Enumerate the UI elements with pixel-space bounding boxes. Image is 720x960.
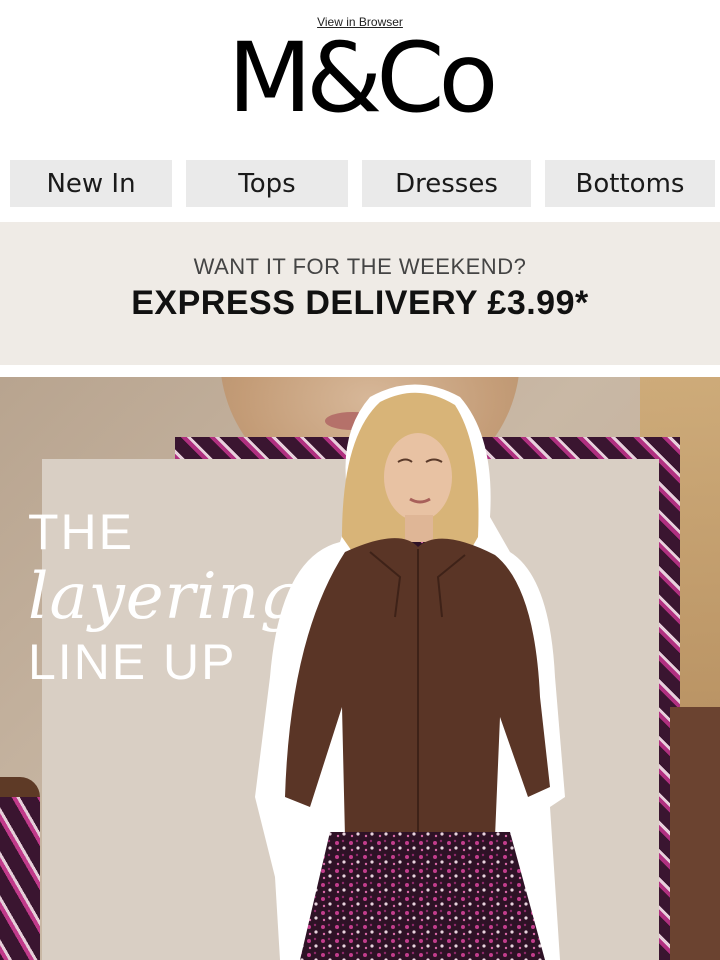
- category-nav: New In Tops Dresses Bottoms: [0, 160, 720, 207]
- background-jacket-right: [670, 707, 720, 960]
- nav-item-bottoms[interactable]: Bottoms: [545, 160, 715, 207]
- nav-item-new-in[interactable]: New In: [10, 160, 172, 207]
- hero-banner[interactable]: THE layering LINE UP: [0, 377, 720, 960]
- delivery-banner[interactable]: WANT IT FOR THE WEEKEND? EXPRESS DELIVER…: [0, 222, 720, 365]
- background-floral-left: [0, 797, 40, 960]
- nav-item-tops[interactable]: Tops: [186, 160, 348, 207]
- banner-tagline: WANT IT FOR THE WEEKEND?: [193, 254, 527, 279]
- banner-offer: EXPRESS DELIVERY £3.99*: [131, 284, 589, 322]
- hero-headline: THE layering LINE UP: [28, 507, 302, 687]
- nav-item-dresses[interactable]: Dresses: [362, 160, 531, 207]
- hero-title-line1: THE: [28, 504, 134, 560]
- hero-title-line3: LINE UP: [28, 634, 237, 690]
- hero-title-line2: layering: [28, 560, 302, 634]
- brand-logo[interactable]: M&Co: [0, 30, 720, 126]
